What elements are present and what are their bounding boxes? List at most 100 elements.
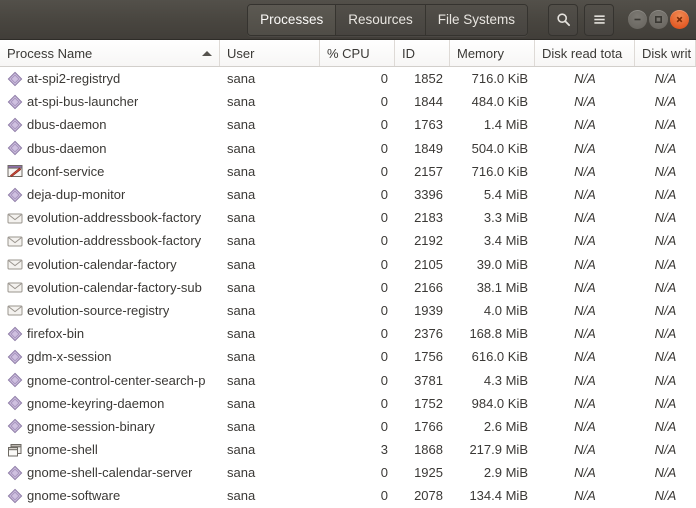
column-header-dwrite[interactable]: Disk writ <box>635 40 696 66</box>
cell-name: dconf-service <box>0 160 220 183</box>
process-name-label: gnome-shell-calendar-server <box>27 465 193 481</box>
column-header-id[interactable]: ID <box>395 40 450 66</box>
cell-memory: 616.0 KiB <box>471 349 528 365</box>
cell-dread: N/A <box>574 442 596 458</box>
cell-user: sana <box>227 210 256 226</box>
cell-id: 1925 <box>414 465 443 481</box>
table-row[interactable]: gnome-software sana 0 2078 134.4 MiB N/A N/A <box>0 484 696 507</box>
table-row[interactable]: at-spi-bus-launcher sana 0 1844 484.0 KiB N/A… <box>0 90 696 113</box>
table-row[interactable]: evolution-calendar-factory sana 0 2105 39.0 … <box>0 253 696 276</box>
close-button[interactable] <box>670 10 689 29</box>
search-button[interactable] <box>548 3 578 36</box>
cell-user: sana <box>227 233 256 249</box>
process-name-label: evolution-addressbook-factory <box>27 233 202 249</box>
table-row[interactable]: gnome-session-binary sana 0 1766 2.6 MiB N/A N… <box>0 415 696 438</box>
cell-user: sana <box>227 117 256 133</box>
table-row[interactable]: evolution-addressbook-factory sana 0 2183 3.… <box>0 206 696 229</box>
search-icon <box>556 12 571 27</box>
cell-dwrite: N/A <box>654 140 677 156</box>
column-header-name[interactable]: Process Name <box>0 40 220 66</box>
maximize-button[interactable] <box>649 10 668 29</box>
cell-dwrite: N/A <box>654 94 677 110</box>
cell-id: 3781 <box>414 372 443 388</box>
generic-process-icon <box>7 94 23 110</box>
cell-name: evolution-addressbook-factory <box>0 229 220 252</box>
table-row[interactable]: at-spi2-registryd sana 0 1852 716.0 KiB N/A N/… <box>0 67 696 90</box>
cell-id: 2166 <box>414 279 443 295</box>
generic-process-icon <box>7 395 23 411</box>
cell-dread: N/A <box>574 302 596 318</box>
envelope-icon <box>7 305 23 316</box>
cell-memory: 484.0 KiB <box>471 94 528 110</box>
tab-file-systems[interactable]: File Systems <box>425 4 527 35</box>
cell-cpu: 3 <box>380 442 388 458</box>
cell-name: at-spi2-registryd <box>0 67 220 90</box>
cell-dread: N/A <box>574 187 596 203</box>
table-row[interactable]: evolution-source-registry sana 0 1939 4.0 Mi… <box>0 299 696 322</box>
cell-id: 2157 <box>414 163 443 179</box>
process-name-label: evolution-addressbook-factory <box>27 210 202 226</box>
column-header-memory[interactable]: Memory <box>450 40 535 66</box>
cell-name: gnome-control-center-search-p <box>0 368 220 391</box>
cell-dwrite: N/A <box>654 233 677 249</box>
cell-cpu: 0 <box>380 395 388 411</box>
cell-id: 1766 <box>414 418 443 434</box>
cell-cpu: 0 <box>380 187 388 203</box>
table-row[interactable]: deja-dup-monitor sana 0 3396 5.4 MiB N/A N/A <box>0 183 696 206</box>
table-row[interactable]: gnome-shell sana 3 1868 217.9 MiB N/A N/A <box>0 438 696 461</box>
cell-cpu: 0 <box>380 372 388 388</box>
table-row[interactable]: dbus-daemon sana 0 1849 504.0 KiB N/A N/A <box>0 137 696 160</box>
cell-dwrite: N/A <box>654 442 677 458</box>
cell-user: sana <box>227 140 256 156</box>
generic-process-icon <box>7 372 23 388</box>
column-header-cpu[interactable]: % CPU <box>320 40 395 66</box>
process-list[interactable]: at-spi2-registryd sana 0 1852 716.0 KiB N/A N/… <box>0 67 696 508</box>
cell-name: evolution-source-registry <box>0 299 220 322</box>
table-row[interactable]: gnome-control-center-search-p sana 0 3781 4.… <box>0 368 696 391</box>
table-row[interactable]: gnome-keyring-daemon sana 0 1752 984.0 KiB N/… <box>0 392 696 415</box>
cell-dread: N/A <box>574 71 596 87</box>
column-header-label: Disk writ <box>642 45 692 61</box>
generic-process-icon <box>7 117 23 133</box>
menu-button[interactable] <box>584 3 614 36</box>
cell-memory: 217.9 MiB <box>469 442 528 458</box>
table-row[interactable]: firefox-bin sana 0 2376 168.8 MiB N/A N/A <box>0 322 696 345</box>
cell-user: sana <box>227 279 256 295</box>
column-header-dread[interactable]: Disk read tota <box>535 40 635 66</box>
table-row[interactable]: gnome-shell-calendar-server sana 0 1925 2.9 … <box>0 461 696 484</box>
cell-id: 1752 <box>414 395 443 411</box>
cell-id: 1868 <box>414 442 443 458</box>
cell-dwrite: N/A <box>654 187 677 203</box>
cell-memory: 3.4 MiB <box>483 233 528 249</box>
cell-dread: N/A <box>574 395 596 411</box>
cell-user: sana <box>227 349 256 365</box>
dconf-settings-icon <box>7 165 23 178</box>
cell-dwrite: N/A <box>654 256 677 272</box>
minimize-button[interactable] <box>628 10 647 29</box>
table-row[interactable]: evolution-addressbook-factory sana 0 2192 3.… <box>0 229 696 252</box>
table-row[interactable]: dconf-service sana 0 2157 716.0 KiB N/A N/A <box>0 160 696 183</box>
cell-name: deja-dup-monitor <box>0 183 220 206</box>
envelope-icon <box>7 282 23 293</box>
table-row[interactable]: dbus-daemon sana 0 1763 1.4 MiB N/A N/A <box>0 113 696 136</box>
table-row[interactable]: gdm-x-session sana 0 1756 616.0 KiB N/A N/A <box>0 345 696 368</box>
cell-user: sana <box>227 465 256 481</box>
minimize-icon <box>634 18 641 21</box>
column-header-user[interactable]: User <box>220 40 320 66</box>
cell-dread: N/A <box>574 326 596 342</box>
close-icon <box>676 16 683 23</box>
cell-memory: 2.6 MiB <box>483 418 528 434</box>
table-row[interactable]: evolution-calendar-factory-sub sana 0 2166 3… <box>0 276 696 299</box>
cell-memory: 984.0 KiB <box>471 395 528 411</box>
tab-resources[interactable]: Resources <box>336 4 426 35</box>
cell-name: gnome-shell-calendar-server <box>0 461 220 484</box>
cell-memory: 3.3 MiB <box>483 210 528 226</box>
generic-process-icon <box>7 326 23 341</box>
envelope-icon <box>7 259 23 270</box>
cell-cpu: 0 <box>380 140 388 156</box>
cell-name: evolution-calendar-factory-sub <box>0 276 220 299</box>
tab-processes[interactable]: Processes <box>248 4 337 35</box>
cell-dwrite: N/A <box>654 326 677 342</box>
cell-id: 3396 <box>414 187 443 203</box>
column-header-label: User <box>227 45 255 61</box>
